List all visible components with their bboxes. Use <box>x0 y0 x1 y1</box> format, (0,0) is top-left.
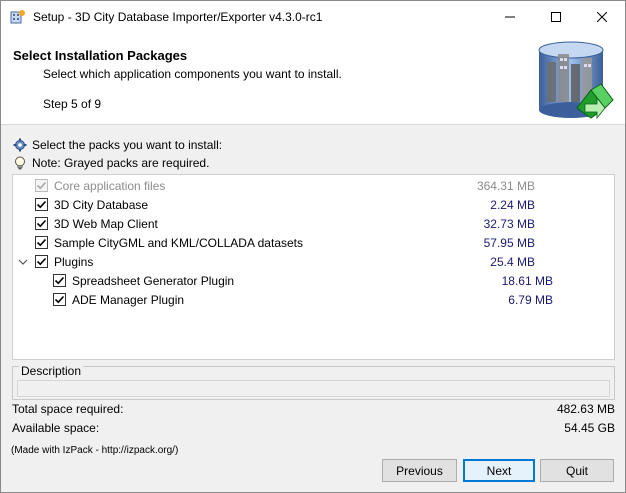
space-available-label: Available space: <box>12 421 100 435</box>
checkbox-3d-web-map-client[interactable] <box>35 217 48 230</box>
maximize-button[interactable] <box>533 1 579 32</box>
space-available-row: Available space: 54.45 GB <box>12 421 615 437</box>
pack-sample-datasets[interactable]: Sample CityGML and KML/COLLADA datasets <box>35 233 303 252</box>
step-indicator: Step 5 of 9 <box>43 97 102 111</box>
3d-city-database-logo <box>531 38 615 120</box>
pack-label: Core application files <box>54 178 166 193</box>
minimize-button[interactable] <box>487 1 533 32</box>
pack-size: 57.95 MB <box>483 236 535 250</box>
select-packs-text: Select the packs you want to install: <box>32 138 223 152</box>
pack-label: 3D City Database <box>54 197 149 212</box>
pack-3d-web-map-client[interactable]: 3D Web Map Client <box>35 214 158 233</box>
next-button[interactable]: Next <box>463 459 535 482</box>
checkbox-plugins[interactable] <box>35 255 48 268</box>
page-subtitle: Select which application components you … <box>43 67 342 81</box>
close-button[interactable] <box>579 1 625 32</box>
description-text <box>17 380 610 397</box>
checkbox-ade-manager-plugin[interactable] <box>53 293 66 306</box>
checkbox-spreadsheet-generator-plugin[interactable] <box>53 274 66 287</box>
previous-button[interactable]: Previous <box>382 459 457 482</box>
title-bar[interactable]: Setup - 3D City Database Importer/Export… <box>1 1 625 32</box>
pack-size: 2.24 MB <box>490 198 535 212</box>
gear-icon <box>13 138 27 152</box>
installer-window: Setup - 3D City Database Importer/Export… <box>0 0 626 493</box>
pack-spreadsheet-generator-plugin[interactable]: Spreadsheet Generator Plugin <box>53 271 234 290</box>
previous-button-label: Previous <box>396 463 443 478</box>
checkmark-icon <box>54 295 65 304</box>
pack-ade-manager-plugin[interactable]: ADE Manager Plugin <box>53 290 184 309</box>
pack-size: 6.79 MB <box>508 293 553 307</box>
pack-label: Plugins <box>54 254 94 269</box>
pack-core-application-files[interactable]: Core application files <box>35 176 165 195</box>
space-required-label: Total space required: <box>12 402 124 416</box>
minimize-icon <box>505 16 515 17</box>
packs-tree[interactable]: Core application files 364.31 MB 3D City… <box>12 174 615 360</box>
pack-label: Spreadsheet Generator Plugin <box>72 273 235 288</box>
checkmark-icon <box>36 181 47 190</box>
made-with-izpack: (Made with IzPack - http://izpack.org/) <box>11 445 179 456</box>
pack-size: 18.61 MB <box>501 274 553 288</box>
checkbox-sample-datasets[interactable] <box>35 236 48 249</box>
expand-toggle-plugins[interactable] <box>17 256 29 268</box>
page-title: Select Installation Packages <box>13 48 188 63</box>
required-packs-text: Note: Grayed packs are required. <box>32 156 210 170</box>
pack-size: 32.73 MB <box>483 217 535 231</box>
checkmark-icon <box>36 200 47 209</box>
pack-size: 25.4 MB <box>490 255 535 269</box>
maximize-icon <box>551 11 561 22</box>
pack-label: Sample CityGML and KML/COLLADA datasets <box>54 235 303 250</box>
space-required-row: Total space required: 482.63 MB <box>12 402 615 418</box>
space-available-value: 54.45 GB <box>564 421 615 435</box>
checkmark-icon <box>36 257 47 266</box>
quit-button-label: Quit <box>565 463 588 478</box>
lightbulb-icon <box>13 156 27 170</box>
pack-3d-city-database[interactable]: 3D City Database <box>35 195 148 214</box>
header-panel: Select Installation Packages Select whic… <box>1 32 625 125</box>
pack-plugins[interactable]: Plugins <box>35 252 93 271</box>
pack-size: 364.31 MB <box>476 179 535 193</box>
pack-label: ADE Manager Plugin <box>72 292 185 307</box>
checkbox-3d-city-database[interactable] <box>35 198 48 211</box>
description-legend: Description <box>19 364 84 378</box>
select-packs-hint: Select the packs you want to install: <box>13 137 222 153</box>
window-title: Setup - 3D City Database Importer/Export… <box>33 10 323 24</box>
quit-button[interactable]: Quit <box>540 459 614 482</box>
checkbox-core-application-files <box>35 179 48 192</box>
close-icon <box>597 11 607 22</box>
checkmark-icon <box>36 238 47 247</box>
description-group: Description <box>12 364 615 400</box>
pack-label: 3D Web Map Client <box>54 216 158 231</box>
checkmark-icon <box>36 219 47 228</box>
checkmark-icon <box>54 276 65 285</box>
space-required-value: 482.63 MB <box>556 402 615 416</box>
required-packs-note: Note: Grayed packs are required. <box>13 155 209 171</box>
next-button-label: Next <box>486 463 512 478</box>
app-icon <box>10 9 26 25</box>
chevron-down-icon <box>18 259 28 265</box>
